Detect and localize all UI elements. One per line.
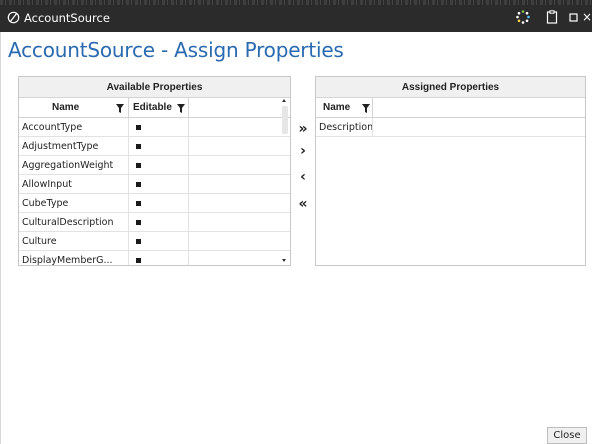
property-name-cell: AccountType xyxy=(19,118,129,137)
available-column-headers: Name Editable xyxy=(19,98,290,118)
table-row[interactable]: CulturalDescription xyxy=(19,213,290,232)
scroll-down-icon[interactable] xyxy=(282,259,286,262)
property-name-cell: CubeType xyxy=(19,194,129,213)
available-scrollbar[interactable] xyxy=(281,96,290,265)
editable-check-icon xyxy=(136,182,141,187)
editable-cell xyxy=(129,118,189,137)
column-header-name-label: Name xyxy=(52,102,80,113)
clipboard-icon[interactable] xyxy=(544,9,560,25)
editable-cell xyxy=(129,232,189,251)
column-header-name[interactable]: Name xyxy=(316,98,373,118)
close-button[interactable]: Close xyxy=(547,427,587,444)
column-header-editable[interactable]: Editable xyxy=(129,98,189,118)
unassign-all-button[interactable]: « xyxy=(296,197,310,211)
table-row[interactable]: AdjustmentType xyxy=(19,137,290,156)
scroll-up-icon[interactable] xyxy=(282,99,286,102)
maximize-icon[interactable] xyxy=(566,9,582,25)
available-properties-grid: Available Properties Name Editable Accou… xyxy=(18,76,291,266)
app-logo-icon xyxy=(7,11,20,24)
assigned-column-headers: Name xyxy=(316,98,585,118)
editable-check-icon xyxy=(136,258,141,263)
scroll-thumb[interactable] xyxy=(282,106,288,134)
filter-icon[interactable] xyxy=(116,104,124,113)
table-row[interactable]: AllowInput xyxy=(19,175,290,194)
editable-cell xyxy=(129,156,189,175)
window-title: AccountSource xyxy=(24,11,110,25)
property-name-cell: CulturalDescription xyxy=(19,213,129,232)
close-icon[interactable]: × xyxy=(582,9,592,25)
assign-selected-button[interactable]: › xyxy=(296,144,310,158)
property-name-cell: DisplayMemberG... xyxy=(19,251,129,265)
page-title: AccountSource - Assign Properties xyxy=(8,38,344,62)
column-header-name-label: Name xyxy=(323,102,351,113)
editable-cell xyxy=(129,175,189,194)
assigned-properties-header: Assigned Properties xyxy=(316,77,585,98)
window-left-border xyxy=(0,32,1,444)
editable-cell xyxy=(129,251,189,265)
editable-check-icon xyxy=(136,239,141,244)
table-row[interactable]: Description xyxy=(316,118,585,137)
editable-check-icon xyxy=(136,125,141,130)
spinner-icon xyxy=(516,10,530,24)
filter-icon[interactable] xyxy=(362,104,370,113)
editable-check-icon xyxy=(136,220,141,225)
editable-cell xyxy=(129,137,189,156)
editable-check-icon xyxy=(136,201,141,206)
column-header-name[interactable]: Name xyxy=(19,98,129,118)
property-name-cell: AdjustmentType xyxy=(19,137,129,156)
unassign-selected-button[interactable]: ‹ xyxy=(296,170,310,184)
filter-icon[interactable] xyxy=(177,104,185,113)
editable-cell xyxy=(129,213,189,232)
property-name-cell: AggregationWeight xyxy=(19,156,129,175)
table-row[interactable]: AccountType xyxy=(19,118,290,137)
property-name-cell: AllowInput xyxy=(19,175,129,194)
column-header-editable-label: Editable xyxy=(133,102,172,113)
assigned-properties-grid: Assigned Properties Name Description xyxy=(315,76,586,266)
editable-check-icon xyxy=(136,163,141,168)
table-row[interactable]: AggregationWeight xyxy=(19,156,290,175)
available-rows: AccountType AdjustmentType AggregationWeig… xyxy=(19,118,290,265)
property-name-cell: Description xyxy=(316,118,373,137)
table-row[interactable]: CubeType xyxy=(19,194,290,213)
table-row[interactable]: DisplayMemberG... xyxy=(19,251,290,265)
editable-check-icon xyxy=(136,144,141,149)
table-row[interactable]: Culture xyxy=(19,232,290,251)
available-properties-header: Available Properties xyxy=(19,77,290,98)
assign-all-button[interactable]: » xyxy=(296,122,310,136)
title-bar: AccountSource × xyxy=(0,0,592,32)
assigned-rows: Description xyxy=(316,118,585,137)
title-bar-texture xyxy=(0,0,592,5)
property-name-cell: Culture xyxy=(19,232,129,251)
editable-cell xyxy=(129,194,189,213)
